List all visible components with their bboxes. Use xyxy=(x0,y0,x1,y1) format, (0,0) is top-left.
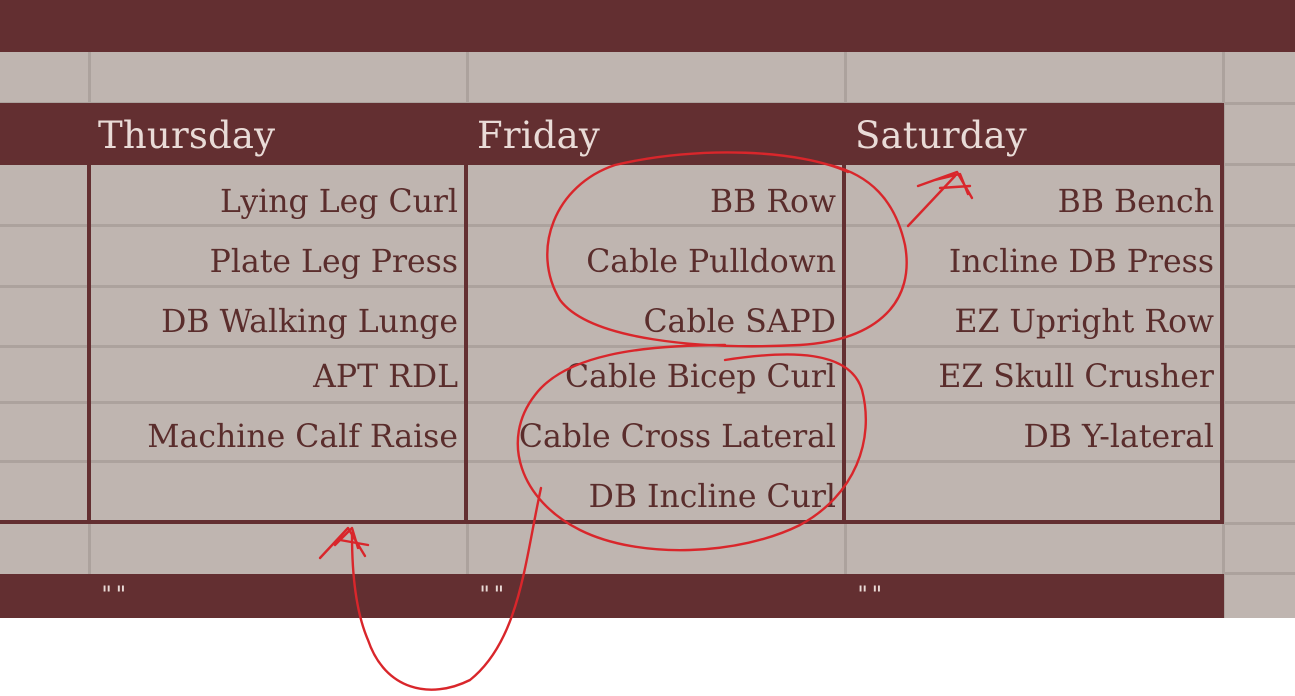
footer-friday: "" xyxy=(478,583,507,608)
day-header-friday: Friday xyxy=(477,114,601,157)
cell-friday-2[interactable]: Cable Pulldown xyxy=(470,232,836,289)
footer-bar xyxy=(0,574,1224,618)
cell-thursday-4[interactable]: APT RDL xyxy=(92,347,458,404)
cell-friday-4[interactable]: Cable Bicep Curl xyxy=(470,347,836,404)
cell-thursday-3[interactable]: DB Walking Lunge xyxy=(92,292,458,349)
cell-saturday-6[interactable] xyxy=(848,467,1214,524)
sheet-right-strip xyxy=(1224,574,1295,618)
cell-saturday-3[interactable]: EZ Upright Row xyxy=(848,292,1214,349)
cell-friday-1[interactable]: BB Row xyxy=(470,172,836,229)
cell-friday-6[interactable]: DB Incline Curl xyxy=(470,467,836,524)
cell-saturday-2[interactable]: Incline DB Press xyxy=(848,232,1214,289)
cell-thursday-1[interactable]: Lying Leg Curl xyxy=(92,172,458,229)
top-bar xyxy=(0,0,1295,52)
day-header-saturday: Saturday xyxy=(855,114,1028,157)
cell-saturday-4[interactable]: EZ Skull Crusher xyxy=(848,347,1214,404)
cell-saturday-1[interactable]: BB Bench xyxy=(848,172,1214,229)
cell-thursday-5[interactable]: Machine Calf Raise xyxy=(92,407,458,464)
footer-thursday: "" xyxy=(100,583,129,608)
cell-thursday-2[interactable]: Plate Leg Press xyxy=(92,232,458,289)
cell-friday-3[interactable]: Cable SAPD xyxy=(470,292,836,349)
cell-saturday-5[interactable]: DB Y-lateral xyxy=(848,407,1214,464)
cell-thursday-6[interactable] xyxy=(92,467,458,524)
footer-saturday: "" xyxy=(856,583,885,608)
day-header-thursday: Thursday xyxy=(98,114,276,157)
cell-friday-5[interactable]: Cable Cross Lateral xyxy=(470,407,836,464)
